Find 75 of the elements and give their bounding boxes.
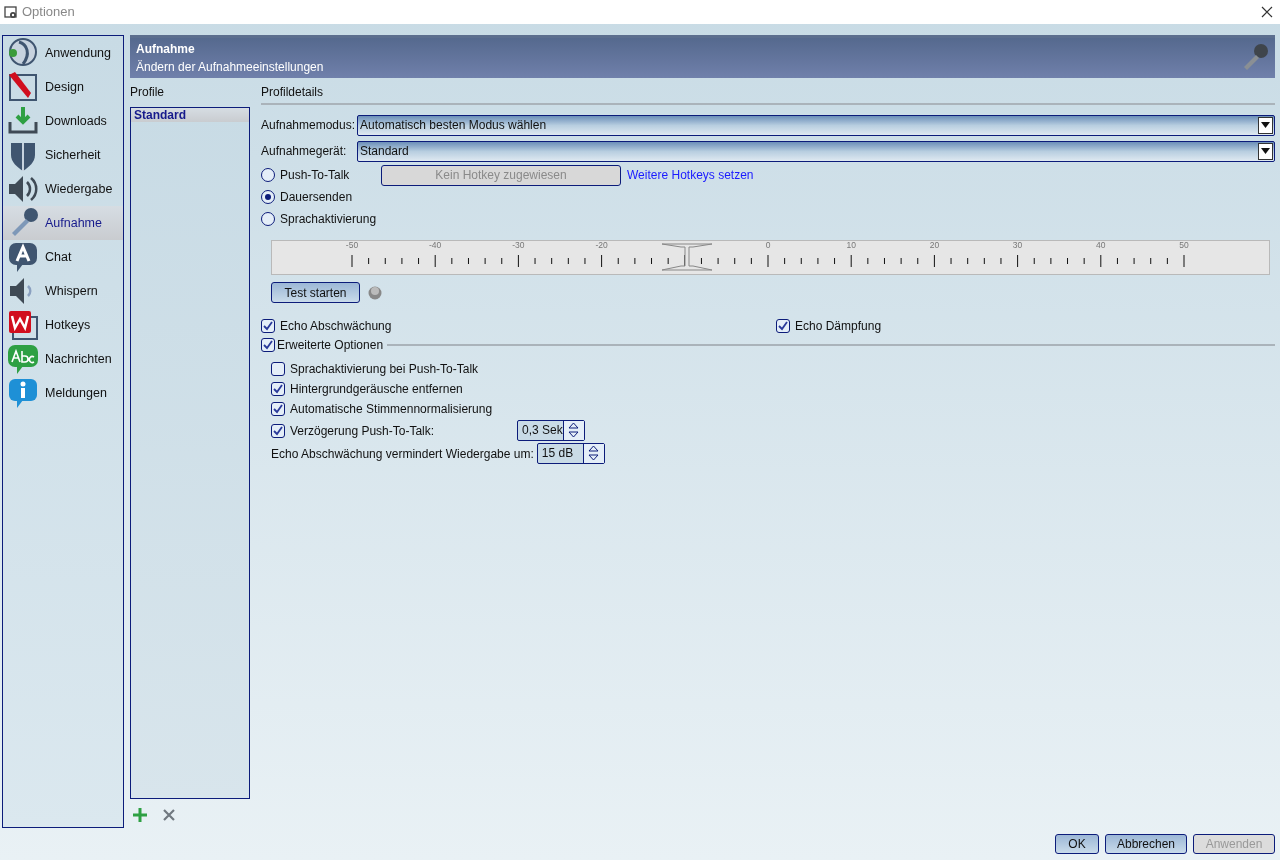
field-label: Aufnahmemodus: — [261, 117, 357, 134]
dialog-button[interactable]: Abbrechen — [1105, 834, 1187, 854]
dropdown[interactable]: Automatisch besten Modus wählen — [357, 114, 1275, 136]
scale-label: -20 — [595, 239, 608, 252]
checkbox-label: Echo Dämpfung — [795, 318, 882, 335]
link[interactable]: Weitere Hotkeys setzen — [627, 166, 754, 184]
field-label: Aufnahmegerät: — [261, 143, 348, 160]
radio-button[interactable] — [261, 212, 275, 226]
checkbox-label: Hintergrundgeräusche entfernen — [290, 381, 463, 398]
scale-label: 20 — [929, 239, 940, 252]
navigation-item[interactable]: Whispern — [3, 274, 123, 308]
navigation-item[interactable]: Anwendung — [3, 36, 123, 70]
scale-label: 30 — [1012, 239, 1023, 252]
delete-icon — [162, 808, 176, 822]
close-icon — [1261, 6, 1273, 18]
navigation-item[interactable]: Aufnahme — [3, 206, 123, 240]
navigation-item[interactable]: Nachrichten — [3, 342, 123, 376]
slider-handle[interactable] — [660, 242, 713, 272]
chat-bubble-icon — [7, 241, 39, 273]
radio-label: Push-To-Talk — [280, 167, 351, 184]
pencil-icon — [7, 71, 39, 103]
scale-label: 40 — [1096, 239, 1106, 252]
profile-item[interactable]: Standard — [131, 108, 249, 122]
settings-icon — [4, 5, 18, 19]
checkbox[interactable] — [261, 319, 275, 333]
scale-label: 50 — [1179, 239, 1189, 252]
navigation-item[interactable]: Sicherheit — [3, 138, 123, 172]
caret-icon — [1261, 148, 1270, 154]
scale-label: 0 — [765, 239, 771, 252]
checkbox-label: Automatische Stimmennormalisierung — [290, 401, 493, 418]
info-icon — [7, 377, 39, 409]
checkbox[interactable] — [271, 423, 285, 438]
checkmark-icon — [273, 425, 283, 436]
checkbox[interactable] — [271, 382, 285, 396]
test-button[interactable]: Test starten — [271, 282, 360, 303]
scale-label: 10 — [846, 239, 856, 252]
header-subtitle: Ändern der Aufnahmeeinstellungen — [136, 59, 324, 76]
status-indicator-icon — [368, 285, 382, 300]
header-title: Aufnahme — [136, 41, 196, 58]
add-icon — [132, 807, 148, 823]
scale-label: -30 — [512, 239, 525, 252]
checkbox[interactable] — [271, 402, 285, 416]
app-logo-icon — [7, 37, 39, 69]
spin-box[interactable]: 15 dB — [536, 443, 605, 464]
scale-label: -50 — [345, 239, 359, 252]
radio-button[interactable] — [261, 190, 275, 204]
group-label: Erweiterte Optionen — [277, 337, 384, 354]
checkbox[interactable] — [776, 319, 790, 333]
scale-label: -40 — [429, 239, 442, 252]
section-label: Profildetails — [261, 84, 325, 101]
navigation-item[interactable]: Wiedergabe — [3, 172, 123, 206]
navigation-item[interactable]: Hotkeys — [3, 308, 123, 342]
message-bubble-icon — [7, 343, 39, 375]
navigation-item[interactable]: Design — [3, 70, 123, 104]
checkmark-icon — [778, 321, 788, 331]
navigation-item[interactable]: Meldungen — [3, 376, 123, 410]
checkbox-label: Echo Abschwächung — [280, 318, 392, 335]
checkbox[interactable] — [271, 362, 285, 376]
checkbox[interactable] — [261, 338, 275, 352]
navigation-item[interactable]: Downloads — [3, 104, 123, 138]
dialog-button[interactable]: OK — [1055, 834, 1099, 854]
radio-label: Sprachaktivierung — [280, 211, 377, 228]
radio-button[interactable] — [261, 168, 275, 182]
navigation-item[interactable]: Chat — [3, 240, 123, 274]
radio-label: Dauersenden — [280, 189, 353, 206]
checkbox-label: Verzögerung Push-To-Talk: — [290, 422, 436, 440]
field-label: Echo Abschwächung vermindert Wiedergabe um: — [271, 445, 534, 463]
spin-box[interactable]: 0,3 Sek — [517, 420, 585, 441]
dropdown[interactable]: Standard — [357, 140, 1275, 162]
caret-icon — [1261, 122, 1270, 128]
window-title: Optionen — [22, 3, 75, 22]
section-label: Profile — [130, 84, 165, 101]
checkbox-label: Sprachaktivierung bei Push-To-Talk — [290, 361, 479, 378]
download-icon — [7, 105, 39, 137]
hotkey-icon — [7, 309, 39, 341]
